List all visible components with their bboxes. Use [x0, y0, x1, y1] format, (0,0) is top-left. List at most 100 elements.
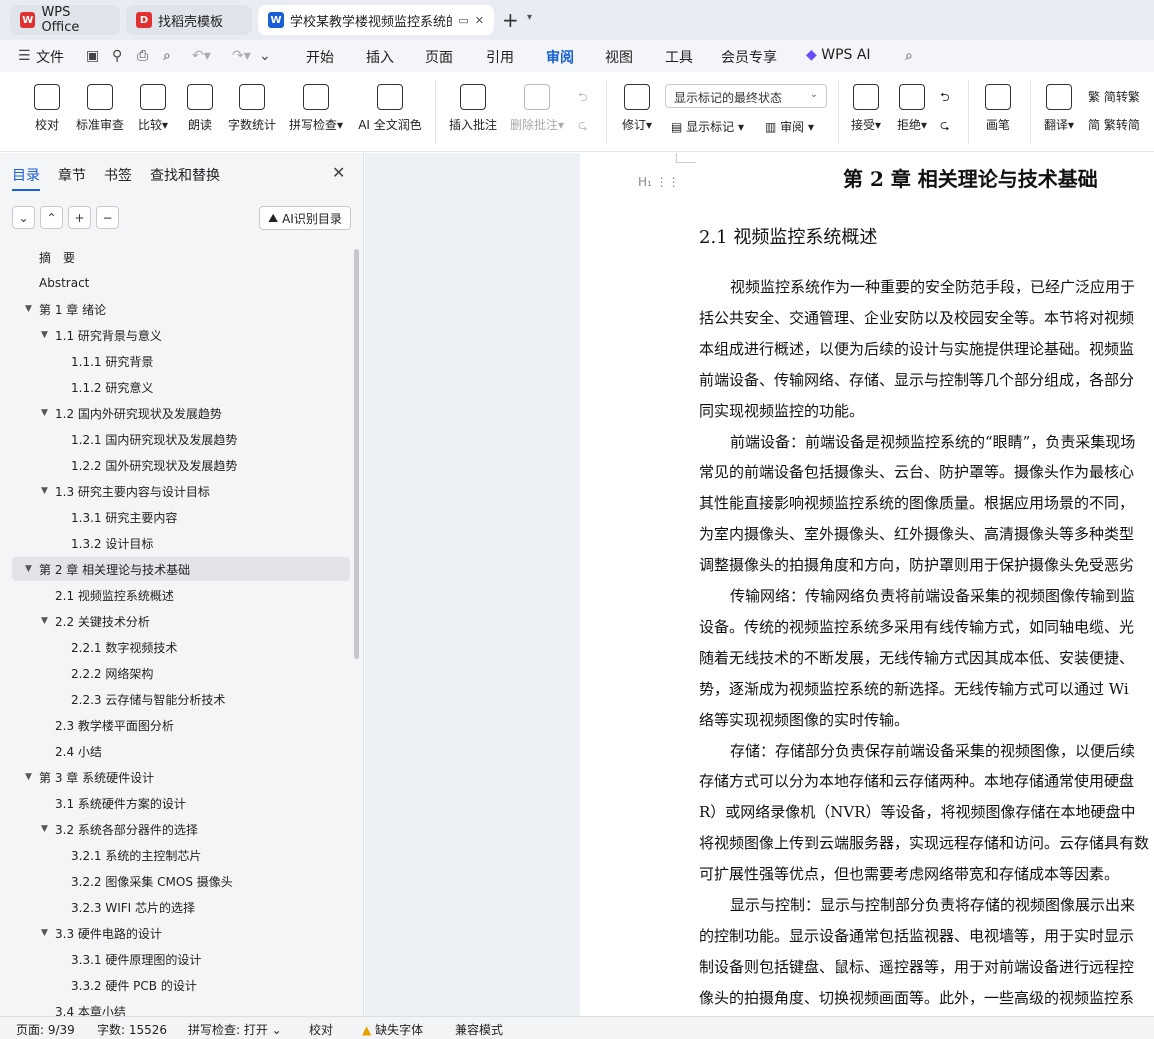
to-simplified-button[interactable]: 简 繁转简 — [1088, 116, 1140, 133]
expand-toggle-icon[interactable]: ▼ — [25, 772, 32, 782]
tab-wps-office[interactable]: W WPS Office — [10, 5, 120, 35]
toc-item[interactable]: 1.1.2 研究意义 — [12, 375, 350, 399]
menu-icon[interactable]: ☰ — [18, 48, 31, 64]
tab-toc[interactable]: 目录 — [12, 165, 40, 191]
redo-icon[interactable]: ↷▾ — [232, 48, 251, 64]
undo-icon[interactable]: ↶▾ — [192, 48, 211, 64]
toc-item[interactable]: 2.1 视频监控系统概述 — [12, 583, 350, 607]
more-icon[interactable]: ⌄ — [259, 48, 271, 64]
tab-bookmarks[interactable]: 书签 — [104, 165, 132, 185]
toc-item[interactable]: 2.2.3 云存储与智能分析技术 — [12, 687, 350, 711]
close-icon[interactable]: ✕ — [475, 14, 484, 27]
toc-item[interactable]: 2.2.1 数字视频技术 — [12, 635, 350, 659]
tab-template[interactable]: D 找稻壳模板 — [126, 5, 252, 35]
add-heading-button[interactable]: + — [68, 206, 91, 229]
std-review-button[interactable]: 标准审查 — [74, 80, 126, 133]
toc-item[interactable]: 3.1 系统硬件方案的设计 — [12, 791, 350, 815]
new-tab-icon[interactable]: + — [502, 8, 519, 32]
pen-button[interactable]: 画笔 — [980, 80, 1016, 133]
toc-item[interactable]: 摘 要 — [12, 245, 350, 269]
toc-item[interactable]: 1.3.2 设计目标 — [12, 531, 350, 555]
proof-status[interactable]: 校对 — [309, 1021, 333, 1038]
expand-all-button[interactable]: ⌄ — [12, 206, 35, 229]
word-count-button[interactable]: 字数统计 — [226, 80, 278, 133]
menu-tools[interactable]: 工具 — [665, 47, 693, 67]
tab-find-replace[interactable]: 查找和替换 — [150, 165, 220, 185]
toc-item[interactable]: ▼ 3.2 系统各部分器件的选择 — [12, 817, 350, 841]
tab-sections[interactable]: 章节 — [58, 165, 86, 185]
toc-item[interactable]: 2.4 小结 — [12, 739, 350, 763]
reject-button[interactable]: 拒绝▾ — [892, 80, 932, 133]
toc-item[interactable]: ▼ 1.2 国内外研究现状及发展趋势 — [12, 401, 350, 425]
remove-heading-button[interactable]: − — [96, 206, 119, 229]
expand-toggle-icon[interactable]: ▼ — [41, 824, 48, 834]
expand-toggle-icon[interactable]: ▼ — [41, 330, 48, 340]
expand-toggle-icon[interactable]: ▼ — [41, 408, 48, 418]
ai-toc-button[interactable]: ⛰ AI识别目录 — [259, 206, 351, 230]
toc-item[interactable]: ▼ 第 3 章 系统硬件设计 — [12, 765, 350, 789]
expand-toggle-icon[interactable]: ▼ — [41, 928, 48, 938]
monitor-icon[interactable]: ▭ — [458, 14, 468, 27]
markup-mode-select[interactable]: 显示标记的最终状态 ⌄ — [665, 84, 827, 108]
ai-polish-button[interactable]: AI 全文润色 — [356, 80, 424, 133]
spell-check-button[interactable]: 拼写检查▾ — [286, 80, 346, 133]
show-markup-dropdown[interactable]: ▤ 显示标记 ▾ — [671, 118, 744, 135]
scrollbar[interactable] — [354, 249, 359, 659]
document-page[interactable]: H₁ ⋮⋮ 第 2 章 相关理论与技术基础 2.1 视频监控系统概述 视频监控系… — [580, 153, 1154, 1016]
expand-toggle-icon[interactable]: ▼ — [41, 486, 48, 496]
compare-button[interactable]: 比较▾ — [134, 80, 172, 133]
toc-item[interactable]: 3.3.2 硬件 PCB 的设计 — [12, 973, 350, 997]
prev-comment-icon[interactable]: ⮌ — [578, 88, 588, 109]
toc-item[interactable]: 1.2.1 国内研究现状及发展趋势 — [12, 427, 350, 451]
menu-home[interactable]: 开始 — [306, 47, 334, 67]
read-aloud-button[interactable]: 朗读 — [184, 80, 216, 133]
toc-item[interactable]: ▼ 第 1 章 绪论 — [12, 297, 350, 321]
menu-file[interactable]: 文件 — [36, 47, 64, 67]
print-icon[interactable]: ⎙ — [137, 48, 148, 64]
toc-item[interactable]: 2.2.2 网络架构 — [12, 661, 350, 685]
toc-item[interactable]: 3.2.3 WIFI 芯片的选择 — [12, 895, 350, 919]
proof-button[interactable]: 校对 — [28, 80, 66, 133]
expand-toggle-icon[interactable]: ▼ — [25, 304, 32, 314]
insert-comment-button[interactable]: 插入批注 — [446, 80, 500, 133]
toc-item[interactable]: 2.3 教学楼平面图分析 — [12, 713, 350, 737]
toc-item[interactable]: ▼ 2.2 关键技术分析 — [12, 609, 350, 633]
menu-wps-ai[interactable]: ◆ WPS AI — [806, 47, 871, 63]
delete-comment-button[interactable]: 删除批注▾ — [508, 80, 566, 133]
save-icon[interactable]: ▣ — [86, 48, 99, 64]
toc-item[interactable]: 1.2.2 国外研究现状及发展趋势 — [12, 453, 350, 477]
menu-view[interactable]: 视图 — [605, 47, 633, 67]
toc-item[interactable]: 1.3.1 研究主要内容 — [12, 505, 350, 529]
translate-button[interactable]: 翻译▾ — [1040, 80, 1078, 133]
menu-review[interactable]: 审阅 — [546, 47, 574, 74]
menu-page[interactable]: 页面 — [425, 47, 453, 67]
toc-item[interactable]: ▼ 3.3 硬件电路的设计 — [12, 921, 350, 945]
collapse-button[interactable]: ⌃ — [40, 206, 63, 229]
spell-check-status[interactable]: 拼写检查: 打开 ⌄ — [188, 1021, 282, 1038]
toc-item[interactable]: ▼ 1.3 研究主要内容与设计目标 — [12, 479, 350, 503]
menu-references[interactable]: 引用 — [486, 47, 514, 67]
word-count[interactable]: 字数: 15526 — [97, 1021, 167, 1038]
toc-item[interactable]: 3.3.1 硬件原理图的设计 — [12, 947, 350, 971]
revise-button[interactable]: 修订▾ — [618, 80, 656, 133]
expand-toggle-icon[interactable]: ▼ — [25, 564, 32, 574]
search-icon[interactable]: ⌕ — [905, 48, 913, 64]
chevron-down-icon[interactable]: ▾ — [527, 12, 532, 23]
print-preview-icon[interactable]: ⌕ — [163, 48, 171, 64]
tab-document[interactable]: W 学校某教学楼视频监控系统的 ▭ ✕ — [258, 5, 494, 35]
review-pane-dropdown[interactable]: ▥ 审阅 ▾ — [765, 118, 814, 135]
toc-item[interactable]: 3.2.1 系统的主控制芯片 — [12, 843, 350, 867]
toc-item[interactable]: ▼ 1.1 研究背景与意义 — [12, 323, 350, 347]
toc-item[interactable]: Abstract — [12, 271, 350, 295]
menu-insert[interactable]: 插入 — [366, 47, 394, 67]
toc-item[interactable]: 3.2.2 图像采集 CMOS 摄像头 — [12, 869, 350, 893]
next-change-icon[interactable]: ⮎ — [940, 116, 950, 137]
to-traditional-button[interactable]: 繁 简转繁 — [1088, 88, 1140, 105]
menu-member[interactable]: 会员专享 — [721, 47, 777, 67]
missing-font-status[interactable]: ▲ 缺失字体 — [362, 1021, 423, 1038]
accept-button[interactable]: 接受▾ — [846, 80, 886, 133]
toc-item[interactable]: ▼ 第 2 章 相关理论与技术基础 — [12, 557, 350, 581]
toc-item[interactable]: 1.1.1 研究背景 — [12, 349, 350, 373]
prev-change-icon[interactable]: ⮌ — [940, 88, 950, 109]
expand-toggle-icon[interactable]: ▼ — [41, 616, 48, 626]
